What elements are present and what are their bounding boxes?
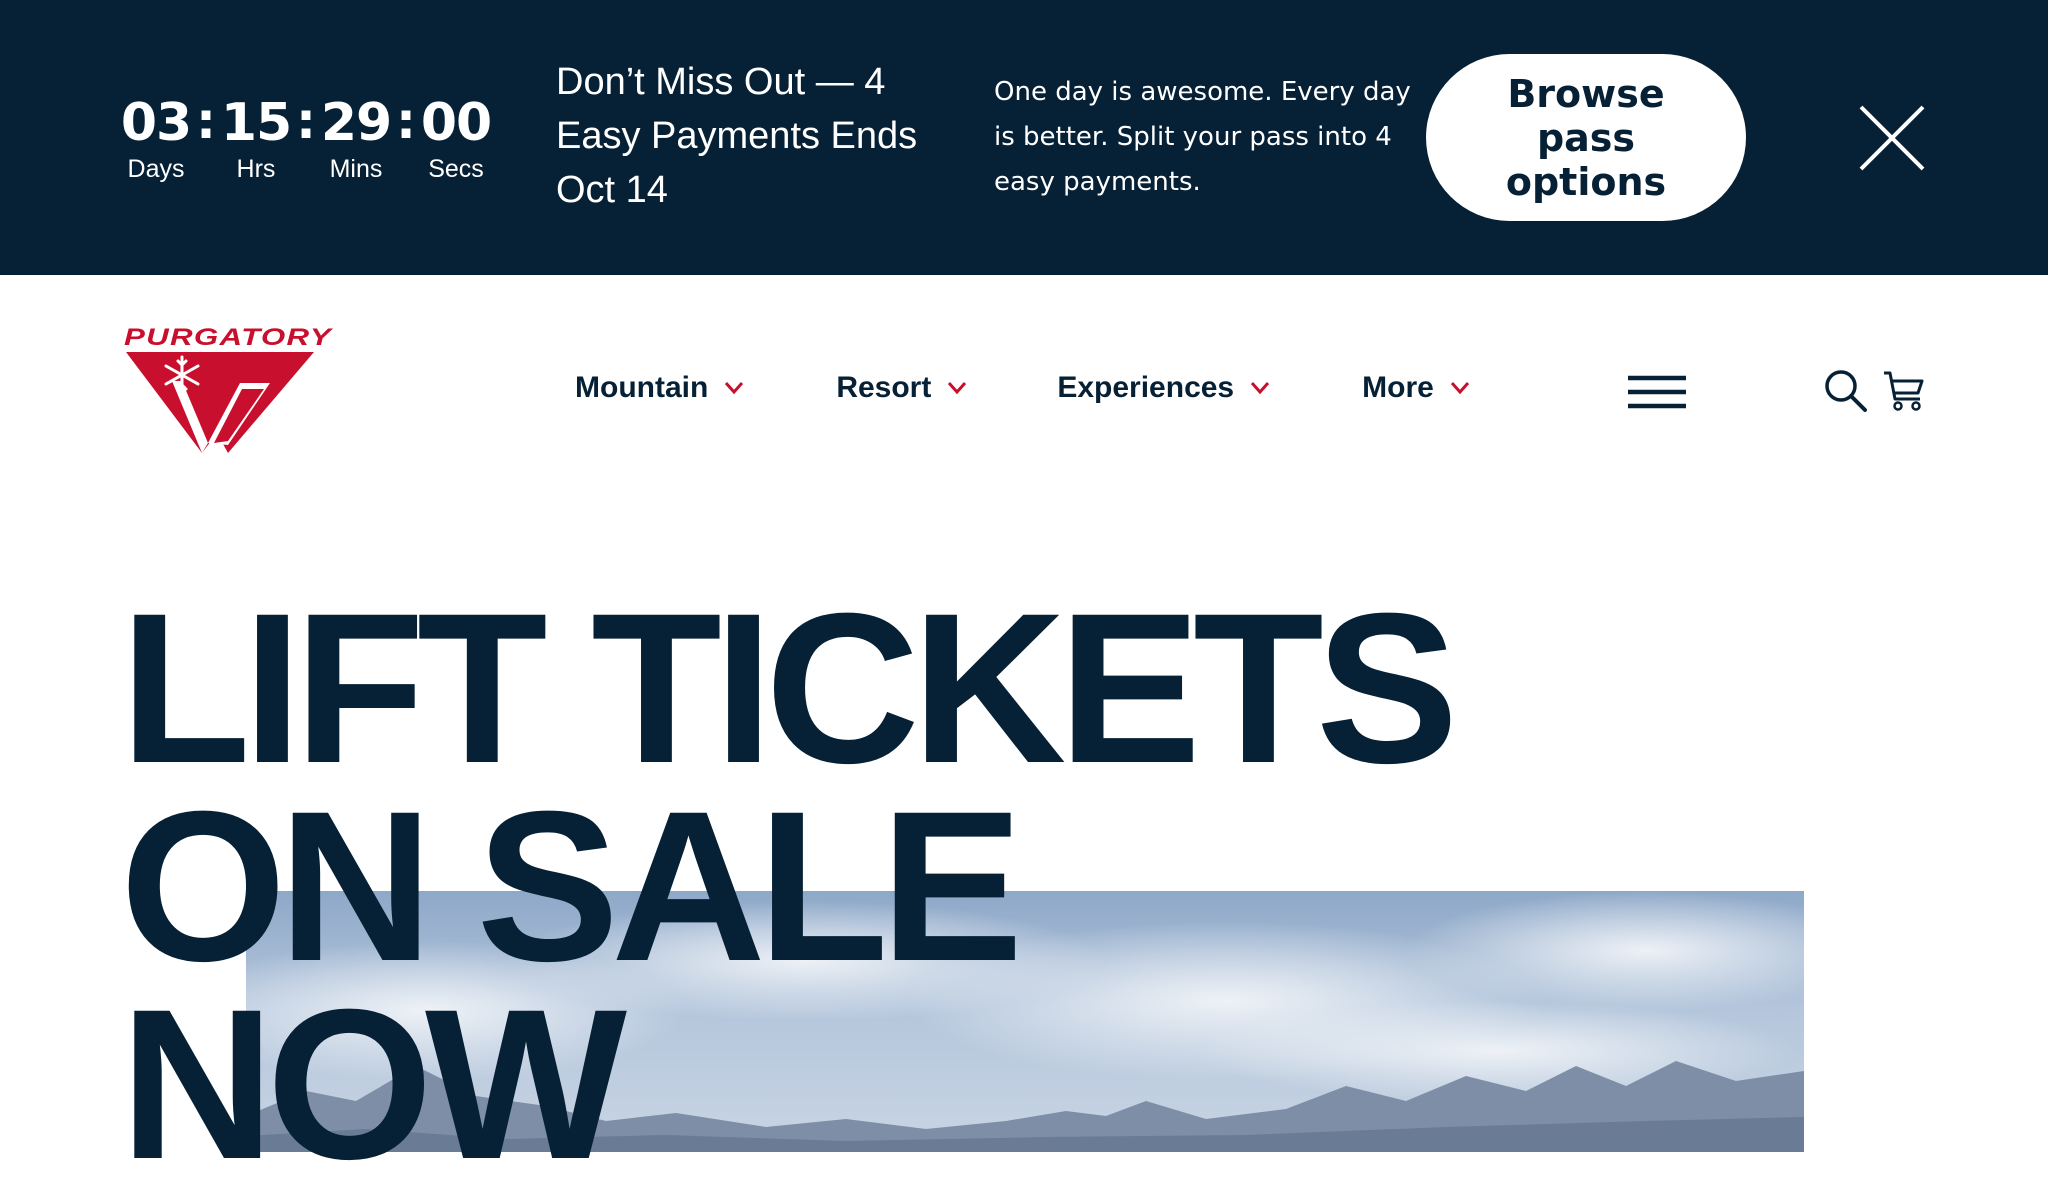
search-button[interactable] xyxy=(1824,369,1868,413)
logo-wordmark: PURGATORY xyxy=(124,325,333,351)
nav-item-more[interactable]: More xyxy=(1362,371,1470,405)
main-nav: Mountain Resort Experiences More xyxy=(575,371,1470,405)
purgatory-logo[interactable]: PURGATORY xyxy=(122,324,336,455)
countdown-secs-value: 00 xyxy=(420,93,492,153)
nav-item-mountain[interactable]: Mountain xyxy=(575,371,744,405)
chevron-down-icon xyxy=(725,382,744,395)
countdown-separator: : xyxy=(296,92,316,150)
logo-mark: PURGATORY xyxy=(124,324,333,453)
countdown-mins: 29 Mins xyxy=(318,88,394,184)
close-banner-button[interactable] xyxy=(1858,104,1926,172)
countdown-days: 03 Days xyxy=(118,88,194,184)
hero-title-line: NOW xyxy=(120,965,627,1204)
countdown-separator: : xyxy=(396,92,416,150)
browse-pass-options-button[interactable]: Browse pass options xyxy=(1426,54,1746,221)
hero-title-line: ON SALE xyxy=(120,767,1023,1006)
countdown-hours-label: Hrs xyxy=(236,155,276,183)
countdown-separator: : xyxy=(196,92,216,150)
nav-item-label: Experiences xyxy=(1057,371,1235,404)
menu-button[interactable] xyxy=(1628,375,1686,409)
cart-icon xyxy=(1884,371,1924,411)
nav-item-label: Mountain xyxy=(575,371,709,404)
close-icon xyxy=(1859,105,1925,171)
chevron-down-icon xyxy=(1450,382,1469,395)
chevron-down-icon xyxy=(1251,382,1270,395)
countdown-days-label: Days xyxy=(127,155,185,183)
promo-description: One day is awesome. Every day is better.… xyxy=(994,77,1411,197)
nav-item-label: More xyxy=(1362,371,1434,404)
promo-headline: Don’t Miss Out — 4 Easy Payments Ends Oc… xyxy=(556,61,918,211)
site-header: PURGATORY Mountain Resort Experiences Mo… xyxy=(0,275,2048,455)
countdown-mins-label: Mins xyxy=(329,155,383,183)
countdown-secs: 00 Secs xyxy=(418,88,494,184)
hero-title-line: LIFT TICKETS xyxy=(120,569,1459,808)
countdown-days-value: 03 xyxy=(120,93,192,153)
countdown-hours-value: 15 xyxy=(220,93,292,153)
chevron-down-icon xyxy=(948,382,967,395)
countdown-secs-label: Secs xyxy=(428,155,484,183)
promo-banner: 03 Days : 15 Hrs : 29 Mins : 00 Secs Don… xyxy=(0,0,2048,275)
cart-button[interactable] xyxy=(1882,369,1926,413)
nav-item-label: Resort xyxy=(836,371,932,404)
nav-item-resort[interactable]: Resort xyxy=(836,371,967,405)
nav-item-experiences[interactable]: Experiences xyxy=(1057,371,1270,405)
countdown-mins-value: 29 xyxy=(320,93,392,153)
hamburger-menu-icon xyxy=(1628,375,1686,409)
hero-title: LIFT TICKETS ON SALE NOW xyxy=(120,569,1459,1204)
countdown-hours: 15 Hrs xyxy=(218,88,294,184)
search-icon xyxy=(1825,370,1867,412)
countdown-timer: 03 Days : 15 Hrs : 29 Mins : 00 Secs xyxy=(118,88,494,184)
